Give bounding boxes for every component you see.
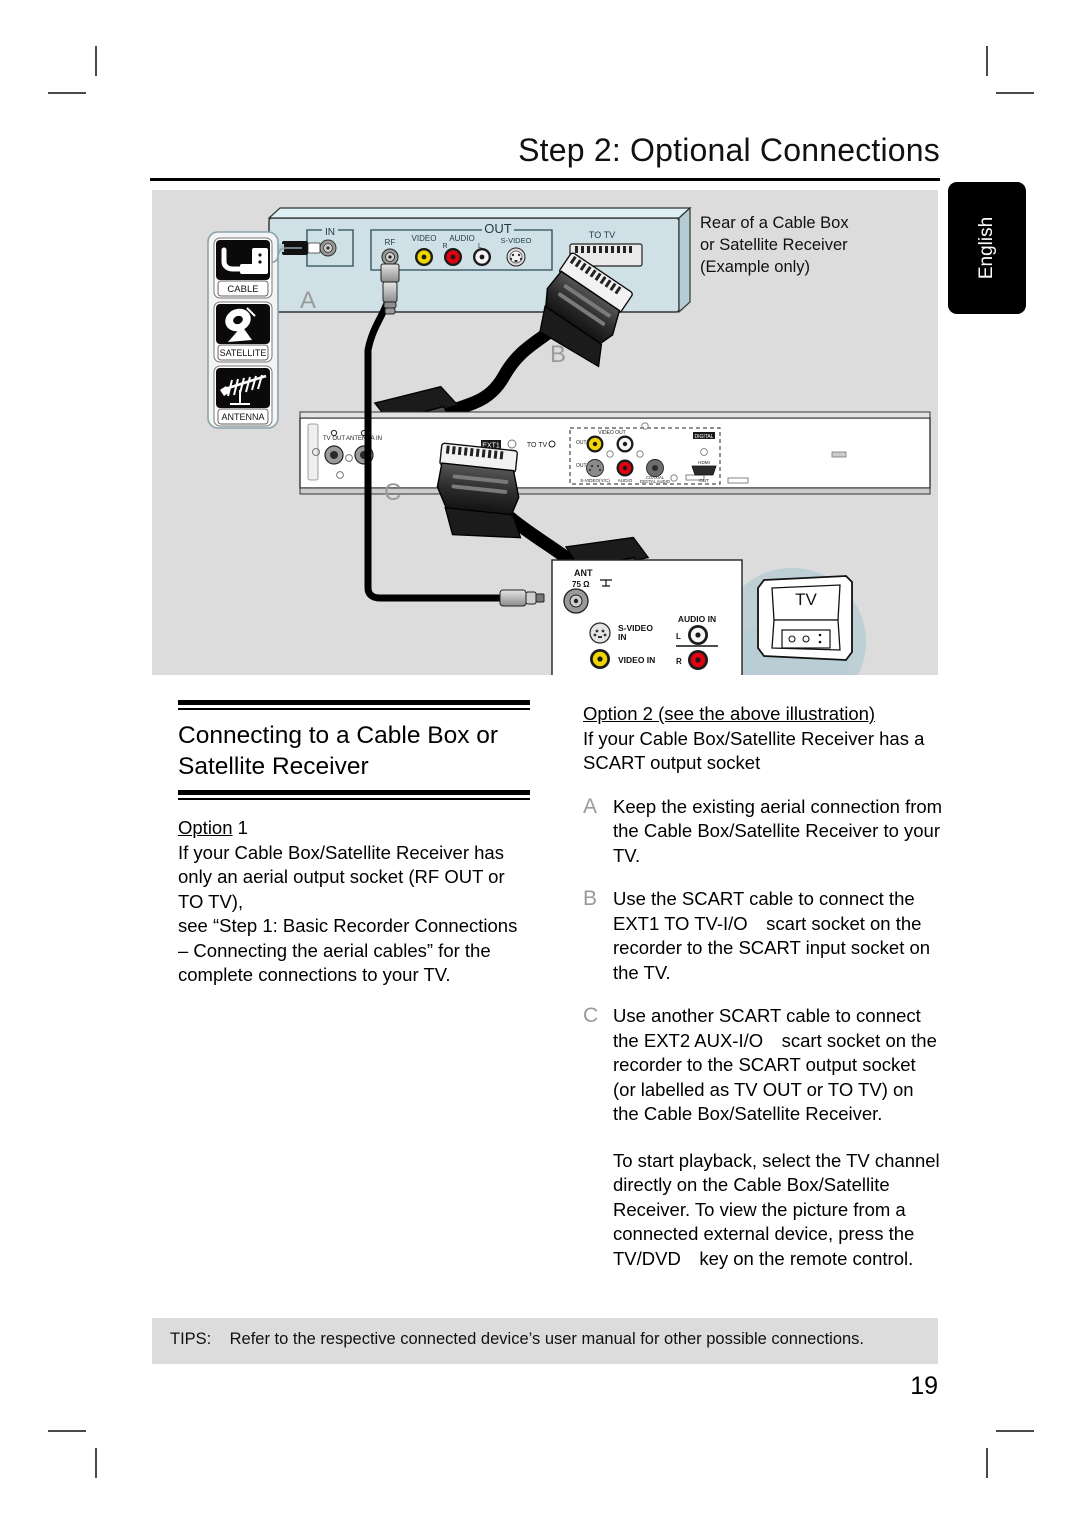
svg-text:AUDIO: AUDIO [618, 478, 633, 483]
svg-text:S-VIDEO(Y/C): S-VIDEO(Y/C) [580, 478, 610, 483]
caption-line-1: Rear of a Cable Box [700, 214, 849, 232]
right-column: Option 2 (see the above illustration) If… [583, 702, 943, 1271]
svg-text:VIDEO: VIDEO [412, 234, 437, 243]
option-1-label: Option [178, 817, 233, 838]
heading-rule-bottom-thick [178, 790, 530, 795]
svg-text:TV OUT: TV OUT [323, 436, 345, 442]
svg-text:S-VIDEO: S-VIDEO [501, 236, 532, 245]
svg-text:DIGITAL AUDIO: DIGITAL AUDIO [640, 479, 671, 484]
svg-text:VIDEO OUT: VIDEO OUT [598, 430, 626, 436]
tips-text: Refer to the respective connected device… [229, 1330, 865, 1348]
svg-text:OUT: OUT [576, 463, 587, 469]
option-2-heading: Option 2 (see the above illustration) [583, 702, 943, 727]
tips-content: TIPS: Refer to the respective connected … [170, 1330, 864, 1349]
svg-text:HDMI: HDMI [698, 460, 710, 465]
step-letter-c: C [583, 1004, 599, 1027]
page-number: 19 [910, 1372, 938, 1400]
heading-rule-top-thick [178, 700, 530, 705]
title-rule [150, 178, 940, 181]
step-item-b: B Use the SCART cable to connect the EXT… [583, 887, 943, 985]
manual-page: Step 2: Optional Connections English IN … [0, 0, 1080, 1524]
svg-text:R: R [442, 243, 447, 250]
caption-line-2: or Satellite Receiver [700, 236, 848, 254]
language-tab-label: English [976, 216, 997, 280]
svg-text:RF: RF [385, 238, 396, 247]
option-2-intro: If your Cable Box/Satellite Receiver has… [583, 727, 925, 774]
svg-text:75 Ω: 75 Ω [572, 580, 590, 589]
svg-text:AUDIO IN: AUDIO IN [678, 614, 716, 624]
svg-text:IN: IN [618, 632, 627, 642]
left-column: Connecting to a Cable Box or Satellite R… [178, 700, 530, 988]
svg-text:ANTENNA: ANTENNA [221, 412, 264, 422]
section-heading: Connecting to a Cable Box or Satellite R… [178, 722, 499, 780]
step-item-c: C Use another SCART cable to connect the… [583, 1004, 943, 1127]
svg-text:CABLE: CABLE [227, 284, 258, 295]
crop-mark-bottom-left-v [95, 1448, 97, 1478]
step-item-a: A Keep the existing aerial connection fr… [583, 795, 943, 869]
step-letter-b: B [583, 887, 598, 910]
crop-mark-bottom-right-h [996, 1430, 1034, 1432]
svg-text:L: L [676, 632, 681, 641]
tips-bar: TIPS: Refer to the respective connected … [152, 1318, 938, 1364]
svg-text:TO TV: TO TV [527, 442, 548, 449]
svg-text:VIDEO IN: VIDEO IN [618, 655, 655, 665]
svg-text:ANTENNA IN: ANTENNA IN [346, 436, 382, 442]
page-title: Step 2: Optional Connections [518, 132, 940, 168]
crop-mark-top-left-h [48, 92, 86, 94]
svg-text:TV: TV [795, 590, 817, 609]
crop-mark-bottom-left-h [48, 1430, 86, 1432]
step-text-c: Use another SCART cable to connect the E… [613, 1005, 937, 1124]
option-1-block: Option 1 If your Cable Box/Satellite Rec… [178, 816, 530, 988]
caption-line-3: (Example only) [700, 258, 811, 276]
svg-text:OUT: OUT [699, 478, 709, 483]
svg-text:OUT: OUT [484, 221, 512, 236]
step-text-b: Use the SCART cable to connect the EXT1 … [613, 888, 931, 983]
option-1-label-row: Option 1 [178, 816, 530, 841]
option-1-paragraph-2: see “Step 1: Basic Recorder Connections … [178, 915, 518, 985]
tips-label: TIPS: [170, 1330, 212, 1348]
svg-text:OUT: OUT [576, 440, 587, 446]
svg-text:DIGITAL: DIGITAL [694, 434, 713, 440]
svg-text:R: R [676, 657, 682, 666]
step-letter-a: A [583, 794, 598, 818]
closing-paragraph: To start playback, select the TV channel… [613, 1149, 940, 1269]
illustration-caption: Rear of a Cable Box or Satellite Receive… [700, 212, 849, 278]
step-text-a: Keep the existing aerial connection from… [613, 795, 943, 866]
svg-text:SATELLITE: SATELLITE [220, 348, 267, 358]
crop-mark-top-right-h [996, 92, 1034, 94]
option-1-number: 1 [237, 817, 248, 838]
svg-text:IN: IN [325, 227, 335, 238]
option-1-paragraph-1: If your Cable Box/Satellite Receiver has… [178, 841, 505, 912]
option-2-label: Option 2 (see the above illustration) [583, 703, 876, 724]
callout-a: A [300, 287, 316, 314]
callout-c: C [384, 479, 401, 506]
heading-rule-bottom-thin [178, 798, 530, 800]
language-tab: English [948, 182, 1026, 314]
svg-text:AUDIO: AUDIO [449, 234, 474, 243]
callout-b: B [550, 341, 566, 368]
svg-text:TO TV: TO TV [589, 230, 615, 240]
crop-mark-top-right-v [986, 46, 988, 76]
crop-mark-top-left-v [95, 46, 97, 76]
crop-mark-bottom-right-v [986, 1448, 988, 1478]
connection-diagram: IN OUT RF VIDEO R AUDIO L S-VIDEO TO TV … [152, 190, 938, 675]
svg-text:ANT: ANT [574, 568, 593, 578]
